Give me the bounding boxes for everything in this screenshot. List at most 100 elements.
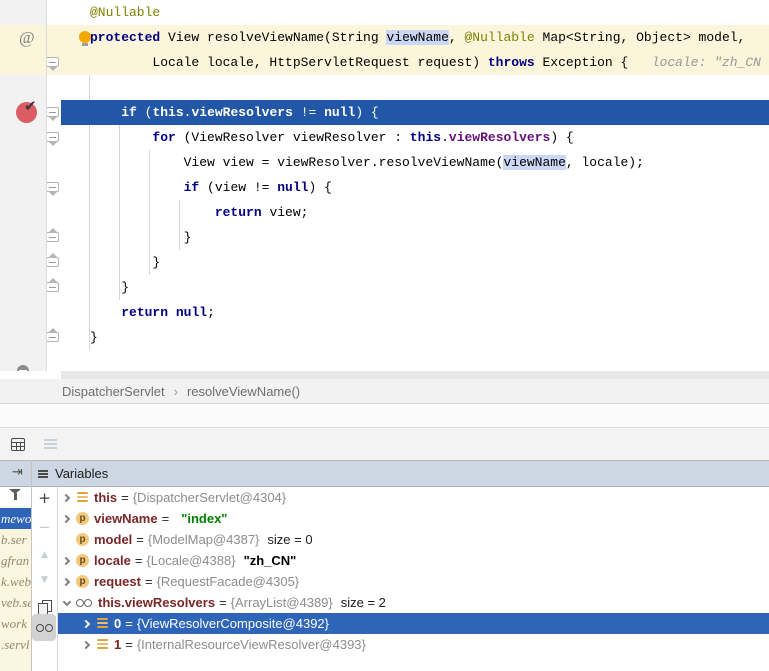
variable-extra: size = 0	[267, 532, 312, 547]
variable-name: this	[94, 490, 117, 505]
menu-icon[interactable]	[38, 470, 48, 472]
code-line[interactable]: @Nullable	[0, 0, 769, 25]
code-token: (	[137, 105, 153, 120]
code-line[interactable]: if (view != null) {	[0, 175, 769, 200]
variable-name: request	[94, 574, 141, 589]
code-token: (view !=	[199, 180, 277, 195]
code-line[interactable]: Locale locale, HttpServletRequest reques…	[0, 50, 769, 75]
variable-row[interactable]: plocale={Locale@4388}"zh_CN"	[58, 550, 769, 571]
object-icon	[96, 617, 109, 630]
code-editor[interactable]: @Nullableprotected View resolveViewName(…	[0, 0, 769, 371]
filter-funnel-icon[interactable]	[9, 488, 23, 502]
move-watch-up-button[interactable]: ▲	[34, 544, 55, 565]
code-line[interactable]: for (ViewResolver viewResolver : this.vi…	[0, 125, 769, 150]
horizontal-scrollbar[interactable]	[61, 371, 769, 379]
code-line[interactable]: }	[0, 275, 769, 300]
breadcrumb-item-method[interactable]: resolveViewName()	[187, 384, 300, 399]
code-line[interactable]: }	[0, 250, 769, 275]
frame-row[interactable]: .servl	[0, 634, 31, 655]
code-token: return	[215, 205, 262, 220]
grid-icon	[11, 438, 25, 451]
panel-gap	[0, 404, 769, 427]
variable-row[interactable]: pmodel={ModelMap@4387}size = 0	[58, 529, 769, 550]
code-token	[90, 305, 121, 320]
code-token: Exception {	[535, 55, 636, 70]
parameter-icon: p	[76, 533, 89, 546]
add-watch-button[interactable]: +	[34, 487, 55, 508]
variable-value: {DispatcherServlet@4304}	[133, 490, 286, 505]
variable-value: {ArrayList@4389}	[231, 595, 333, 610]
move-watch-down-button[interactable]: ▼	[34, 569, 55, 590]
code-line[interactable]	[0, 75, 769, 100]
hide-panel-button[interactable]: ⇥	[12, 465, 23, 480]
chevron-right-icon	[61, 577, 69, 585]
code-token: ,	[449, 30, 465, 45]
code-token: View resolveViewName(String	[160, 30, 386, 45]
expand-arrow[interactable]	[80, 617, 93, 630]
variable-row[interactable]: 1={InternalResourceViewResolver@4393}	[58, 634, 769, 655]
expand-arrow[interactable]	[60, 533, 73, 546]
breakpoint-icon[interactable]	[16, 102, 37, 123]
code-line[interactable]: }	[0, 225, 769, 250]
code-text: }	[90, 250, 160, 275]
fold-marker-icon[interactable]	[46, 332, 59, 342]
show-watches-in-variables-button[interactable]	[32, 614, 56, 641]
equals-sign: =	[121, 490, 129, 505]
expand-arrow[interactable]	[60, 596, 73, 609]
expand-arrow[interactable]	[60, 554, 73, 567]
expand-arrow[interactable]	[60, 575, 73, 588]
fold-marker-icon[interactable]	[46, 132, 59, 142]
expand-arrow[interactable]	[60, 491, 73, 504]
code-line[interactable]: protected View resolveViewName(String vi…	[0, 25, 769, 50]
code-line[interactable]: }	[0, 325, 769, 350]
code-line[interactable]: if (this.viewResolvers != null) {	[0, 100, 769, 125]
frame-row[interactable]: gfran	[0, 550, 31, 571]
code-token	[90, 205, 215, 220]
code-text: for (ViewResolver viewResolver : this.vi…	[90, 125, 574, 150]
frame-row[interactable]: mewo	[0, 508, 31, 529]
code-token: !=	[293, 105, 324, 120]
intention-bulb-icon[interactable]	[79, 31, 91, 43]
fold-marker-icon[interactable]	[46, 232, 59, 242]
frame-row[interactable]: veb.se	[0, 592, 31, 613]
fold-marker-icon[interactable]	[46, 257, 59, 267]
gutter-separator	[46, 0, 47, 371]
code-text: protected View resolveViewName(String vi…	[90, 25, 745, 50]
evaluate-expression-button[interactable]	[8, 434, 28, 454]
variable-row[interactable]: prequest={RequestFacade@4305}	[58, 571, 769, 592]
debugger-body: mewob.sergfrank.webveb.sework.servl + − ▲ ▼…	[0, 487, 769, 671]
expand-arrow[interactable]	[60, 512, 73, 525]
remove-watch-button[interactable]: −	[34, 516, 55, 537]
code-token: viewResolvers	[449, 130, 550, 145]
frame-row[interactable]: k.web	[0, 571, 31, 592]
fold-marker-icon[interactable]	[46, 57, 59, 67]
layout-settings-button[interactable]	[40, 434, 60, 454]
variable-row[interactable]: this = {DispatcherServlet@4304}	[58, 487, 769, 508]
fold-marker-icon[interactable]	[46, 182, 59, 192]
frame-row[interactable]: b.ser	[0, 529, 31, 550]
code-line[interactable]: return null;	[0, 300, 769, 325]
variable-row[interactable]: this.viewResolvers={ArrayList@4389}size …	[58, 592, 769, 613]
breadcrumb-item-class[interactable]: DispatcherServlet	[62, 384, 165, 399]
fold-marker-icon[interactable]	[46, 107, 59, 117]
variable-row[interactable]: 0={ViewResolverComposite@4392}	[58, 613, 769, 634]
variable-row[interactable]: pviewName="index"	[58, 508, 769, 529]
code-token: ) {	[308, 180, 331, 195]
equals-sign: =	[136, 532, 144, 547]
code-line[interactable]: return view;	[0, 200, 769, 225]
code-text: if (view != null) {	[90, 175, 332, 200]
variable-name: this.viewResolvers	[98, 595, 215, 610]
breadcrumb-separator: ›	[174, 384, 178, 399]
frame-row[interactable]: work	[0, 613, 31, 634]
variable-value: {ModelMap@4387}	[148, 532, 260, 547]
ide-debug-screen: @Nullableprotected View resolveViewName(…	[0, 0, 769, 671]
equals-sign: =	[162, 511, 170, 526]
variable-name: 0	[114, 616, 121, 631]
variable-value: {ViewResolverComposite@4392}	[137, 616, 329, 631]
fold-circle-icon[interactable]	[17, 365, 29, 371]
fold-marker-icon[interactable]	[46, 282, 59, 292]
code-token: }	[90, 330, 98, 345]
code-line[interactable]: View view = viewResolver.resolveViewName…	[0, 150, 769, 175]
expand-arrow[interactable]	[80, 638, 93, 651]
code-token: ) {	[550, 130, 573, 145]
